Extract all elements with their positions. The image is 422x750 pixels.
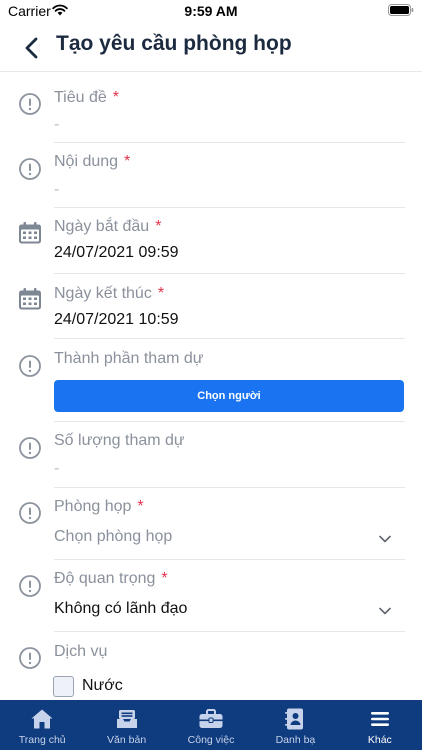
- chevron-down-icon[interactable]: [378, 532, 392, 546]
- content-label: Nội dung *: [54, 153, 131, 170]
- inbox-icon: [116, 710, 137, 728]
- importance-select[interactable]: Không có lãnh đạo: [54, 600, 187, 618]
- tab-label: Công việc: [187, 734, 235, 746]
- tab-label: Trang chủ: [18, 734, 66, 746]
- services-field: Dịch vụ Nước: [0, 632, 422, 702]
- title-input[interactable]: -: [54, 116, 59, 134]
- contacts-icon: [285, 708, 304, 730]
- alert-circle-icon: [19, 647, 41, 669]
- tab-home[interactable]: Trang chủ: [0, 700, 84, 750]
- briefcase-icon: [199, 709, 223, 728]
- page-title: Tạo yêu cầu phòng họp: [56, 32, 292, 55]
- tab-label: Văn bản: [107, 734, 147, 746]
- start-date-field[interactable]: Ngày bắt đầu * 24/07/2021 09:59: [0, 208, 422, 274]
- required-mark: *: [157, 285, 165, 302]
- content-field[interactable]: Nội dung * -: [0, 143, 422, 208]
- start-date-label: Ngày bắt đầu *: [54, 218, 162, 235]
- tab-more[interactable]: Khác: [338, 700, 422, 750]
- room-label: Phòng họp *: [54, 498, 144, 515]
- participant-count-label: Số lượng tham dự: [54, 432, 185, 449]
- tab-documents[interactable]: Văn bản: [84, 700, 168, 750]
- chevron-left-icon: [25, 37, 38, 59]
- water-checkbox[interactable]: [53, 676, 74, 697]
- tab-label: Danh bạ: [275, 734, 316, 746]
- required-mark: *: [124, 153, 131, 170]
- required-mark: *: [137, 498, 144, 515]
- participant-count-field[interactable]: Số lượng tham dự -: [0, 422, 422, 488]
- status-bar: Carrier 9:59 AM: [0, 0, 422, 24]
- calendar-icon: [19, 288, 41, 310]
- participants-field: Thành phần tham dự Chọn người: [0, 339, 422, 422]
- alert-circle-icon: [19, 355, 41, 377]
- start-date-value[interactable]: 24/07/2021 09:59: [54, 244, 179, 262]
- importance-label: Độ quan trọng *: [54, 570, 168, 587]
- tab-contacts[interactable]: Danh bạ: [253, 700, 337, 750]
- alert-circle-icon: [19, 575, 41, 597]
- required-mark: *: [161, 570, 168, 587]
- alert-circle-icon: [19, 437, 41, 459]
- importance-field[interactable]: Độ quan trọng * Không có lãnh đạo: [0, 560, 422, 632]
- end-date-value[interactable]: 24/07/2021 10:59: [54, 311, 179, 329]
- tab-label: Khác: [367, 734, 392, 746]
- end-date-field[interactable]: Ngày kết thúc * 24/07/2021 10:59: [0, 274, 422, 339]
- participants-label: Thành phần tham dự: [54, 350, 204, 367]
- services-label: Dịch vụ: [54, 643, 108, 660]
- tab-bar: Trang chủ Văn bản Công việc Danh bạ Khác: [0, 700, 422, 750]
- alert-circle-icon: [19, 93, 41, 115]
- end-date-label: Ngày kết thúc *: [54, 285, 165, 302]
- participant-count-input[interactable]: -: [54, 460, 59, 478]
- meeting-request-form: Tiêu đề * - Nội dung * - Ngày bắt đầu * 24/…: [0, 72, 422, 702]
- title-field[interactable]: Tiêu đề * -: [0, 72, 422, 143]
- tab-tasks[interactable]: Công việc: [169, 700, 253, 750]
- calendar-icon: [19, 222, 41, 244]
- nav-bar: Tạo yêu cầu phòng họp: [0, 24, 422, 72]
- title-label: Tiêu đề *: [54, 89, 120, 106]
- chevron-down-icon[interactable]: [378, 604, 392, 618]
- home-icon: [31, 709, 53, 729]
- status-time: 9:59 AM: [184, 3, 238, 19]
- room-select[interactable]: Chọn phòng họp: [54, 528, 172, 546]
- battery-icon: [388, 4, 414, 16]
- menu-icon: [370, 712, 389, 726]
- alert-circle-icon: [19, 502, 41, 524]
- content-input[interactable]: -: [54, 181, 59, 199]
- water-checkbox-label[interactable]: Nước: [82, 677, 123, 695]
- choose-participants-button[interactable]: Chọn người: [54, 380, 404, 412]
- alert-circle-icon: [19, 158, 41, 180]
- required-mark: *: [112, 89, 120, 106]
- room-field[interactable]: Phòng họp * Chọn phòng họp: [0, 488, 422, 560]
- required-mark: *: [155, 218, 162, 235]
- back-button[interactable]: [18, 34, 46, 62]
